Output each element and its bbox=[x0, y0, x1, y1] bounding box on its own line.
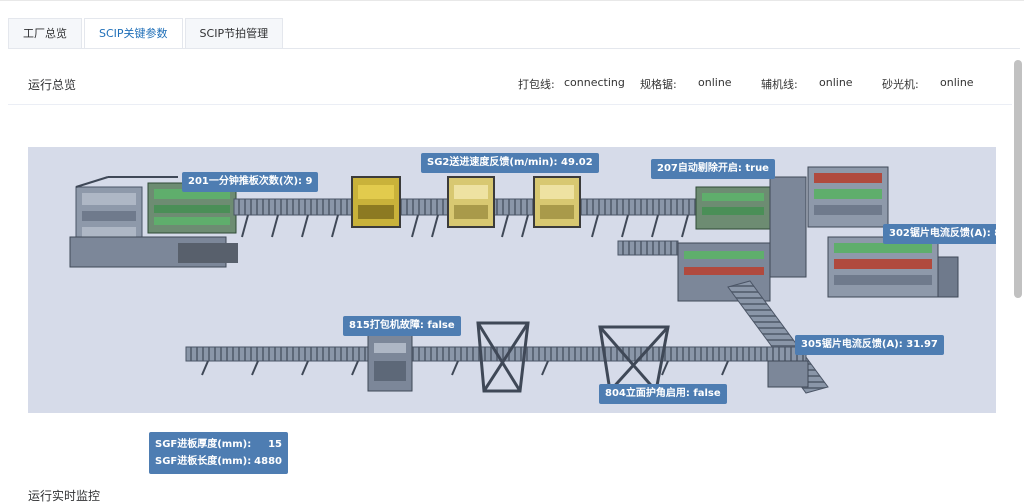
sgf-info-box: SGF进板厚度(mm): 15 SGF进板长度(mm): 4880 bbox=[149, 432, 288, 474]
status-label: 辅机线: bbox=[761, 78, 798, 91]
sgf-thickness-value: 15 bbox=[268, 439, 282, 450]
sgf-thickness-label: SGF进板厚度(mm): bbox=[155, 439, 252, 450]
tab-factory-overview[interactable]: 工厂总览 bbox=[8, 18, 82, 48]
scrollbar-thumb[interactable] bbox=[1014, 60, 1022, 298]
realtime-title: 运行实时监控 bbox=[28, 489, 101, 503]
status-spec-saw: 规格锯: online bbox=[640, 76, 761, 92]
status-packing-line: 打包线: connecting bbox=[518, 76, 640, 92]
tag-sg2-speed: SG2送进速度反馈(m/min): 49.02 bbox=[421, 153, 599, 173]
status-value: online bbox=[940, 76, 974, 89]
tab-scip-key-params[interactable]: SCIP关键参数 bbox=[84, 18, 183, 49]
header-divider bbox=[8, 104, 1012, 105]
status-label: 规格锯: bbox=[640, 78, 677, 91]
production-line-diagram: 201一分钟推板次数(次): 9 SG2送进速度反馈(m/min): 49.02… bbox=[28, 147, 996, 413]
tag-corner-guard: 804立面护角启用: false bbox=[599, 384, 727, 404]
status-label: 打包线: bbox=[518, 78, 555, 91]
sgf-length-label: SGF进板长度(mm): bbox=[155, 456, 252, 467]
status-value: connecting bbox=[564, 76, 625, 89]
overview-title: 运行总览 bbox=[28, 78, 77, 92]
tab-bar: 工厂总览 SCIP关键参数 SCIP节拍管理 bbox=[8, 18, 285, 49]
sgf-thickness-row: SGF进板厚度(mm): 15 bbox=[155, 436, 282, 453]
status-sander: 砂光机: online bbox=[882, 76, 992, 92]
tabs-divider bbox=[8, 48, 1020, 49]
tag-saw302-current: 302锯片电流反馈(A): 8.3 bbox=[883, 224, 996, 244]
sgf-length-row: SGF进板长度(mm): 4880 bbox=[155, 453, 282, 470]
line-schematic bbox=[69, 166, 959, 394]
status-label: 砂光机: bbox=[882, 78, 919, 91]
top-border bbox=[0, 0, 1024, 1]
sander-units bbox=[351, 176, 581, 228]
status-value: online bbox=[698, 76, 732, 89]
line-status-bar: 打包线: connecting 规格锯: online 辅机线: online … bbox=[518, 76, 992, 92]
tag-packer-fault: 815打包机故障: false bbox=[343, 316, 461, 336]
tag-push-count: 201一分钟推板次数(次): 9 bbox=[182, 172, 319, 192]
tab-scip-takt[interactable]: SCIP节拍管理 bbox=[184, 18, 284, 48]
status-value: online bbox=[819, 76, 853, 89]
lower-packing-line bbox=[185, 321, 809, 393]
tag-auto-remove: 207自动剔除开启: true bbox=[651, 159, 775, 179]
status-aux-line: 辅机线: online bbox=[761, 76, 882, 92]
tag-saw305-current: 305锯片电流反馈(A): 31.97 bbox=[795, 335, 944, 355]
sgf-length-value: 4880 bbox=[254, 456, 282, 467]
